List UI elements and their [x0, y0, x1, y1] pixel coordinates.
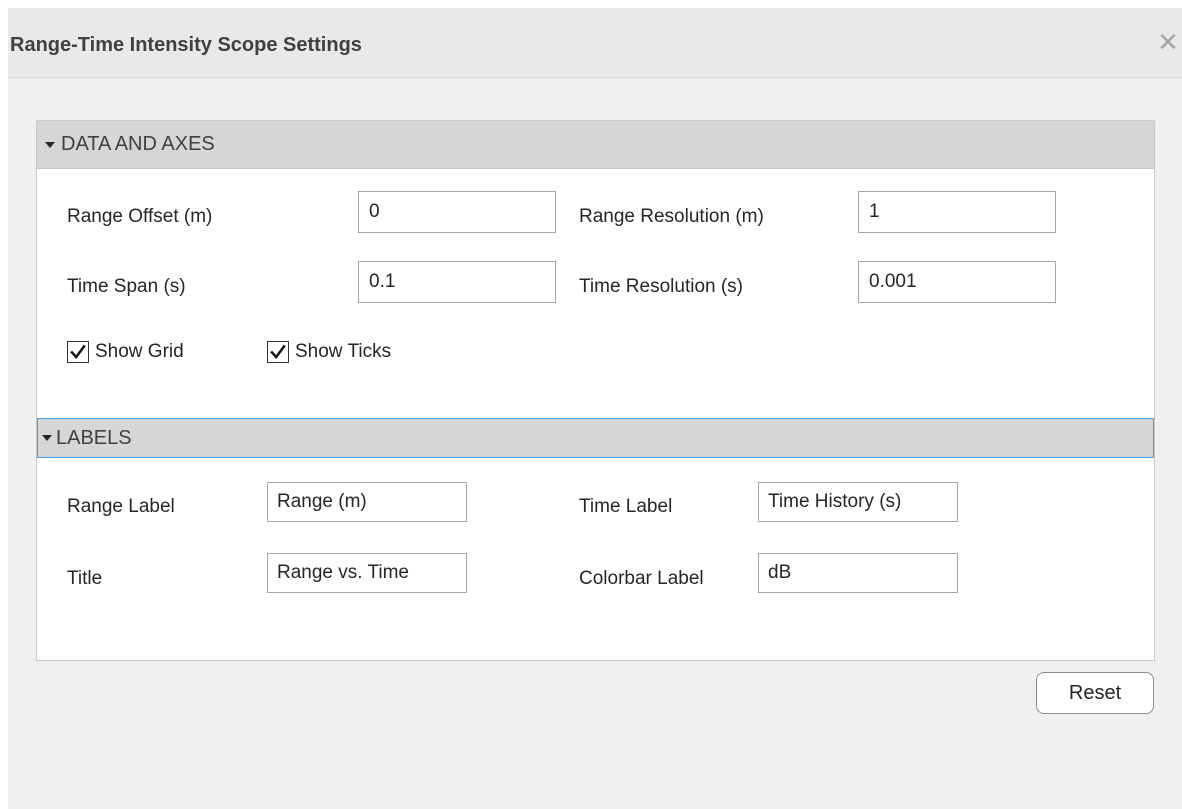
caret-down-icon [42, 435, 52, 441]
range-offset-label: Range Offset (m) [67, 206, 213, 227]
section-header-labels[interactable]: LABELS [37, 418, 1154, 458]
section-title: LABELS [56, 426, 132, 449]
title-field[interactable]: Range vs. Time [267, 553, 467, 593]
checkbox-box [267, 341, 289, 363]
caret-down-icon [45, 141, 55, 148]
range-label-field[interactable]: Range (m) [267, 482, 467, 522]
time-resolution-label: Time Resolution (s) [579, 276, 744, 297]
range-resolution-field[interactable]: 1 [858, 191, 1056, 233]
reset-button[interactable]: Reset [1036, 672, 1154, 714]
show-grid-checkbox[interactable]: Show Grid [67, 341, 184, 363]
range-label-label: Range Label [67, 496, 175, 517]
checkmark-icon [270, 344, 286, 360]
time-resolution-field[interactable]: 0.001 [858, 261, 1056, 303]
dialog-title: Range-Time Intensity Scope Settings [10, 34, 362, 56]
colorbar-label-label: Colorbar Label [579, 568, 704, 589]
settings-panel: DATA AND AXES Range Offset (m) 0 Range R… [36, 120, 1155, 661]
section-title: DATA AND AXES [61, 133, 215, 155]
show-ticks-label: Show Ticks [295, 341, 392, 362]
colorbar-label-field[interactable]: dB [758, 553, 958, 593]
close-icon[interactable]: ✕ [1156, 29, 1180, 55]
range-offset-field[interactable]: 0 [358, 191, 556, 233]
checkbox-box [67, 341, 89, 363]
time-span-label: Time Span (s) [67, 276, 186, 297]
time-label-field[interactable]: Time History (s) [758, 482, 958, 522]
checkmark-icon [70, 344, 86, 360]
time-span-field[interactable]: 0.1 [358, 261, 556, 303]
section-header-data-and-axes[interactable]: DATA AND AXES [37, 121, 1154, 169]
show-ticks-checkbox[interactable]: Show Ticks [267, 341, 391, 363]
title-label: Title [67, 568, 103, 589]
title-bar: Range-Time Intensity Scope Settings ✕ [8, 8, 1182, 78]
range-resolution-label: Range Resolution (m) [579, 206, 764, 227]
settings-dialog: Range-Time Intensity Scope Settings ✕ DA… [8, 8, 1182, 809]
show-grid-label: Show Grid [95, 341, 184, 362]
time-label-label: Time Label [579, 496, 673, 517]
